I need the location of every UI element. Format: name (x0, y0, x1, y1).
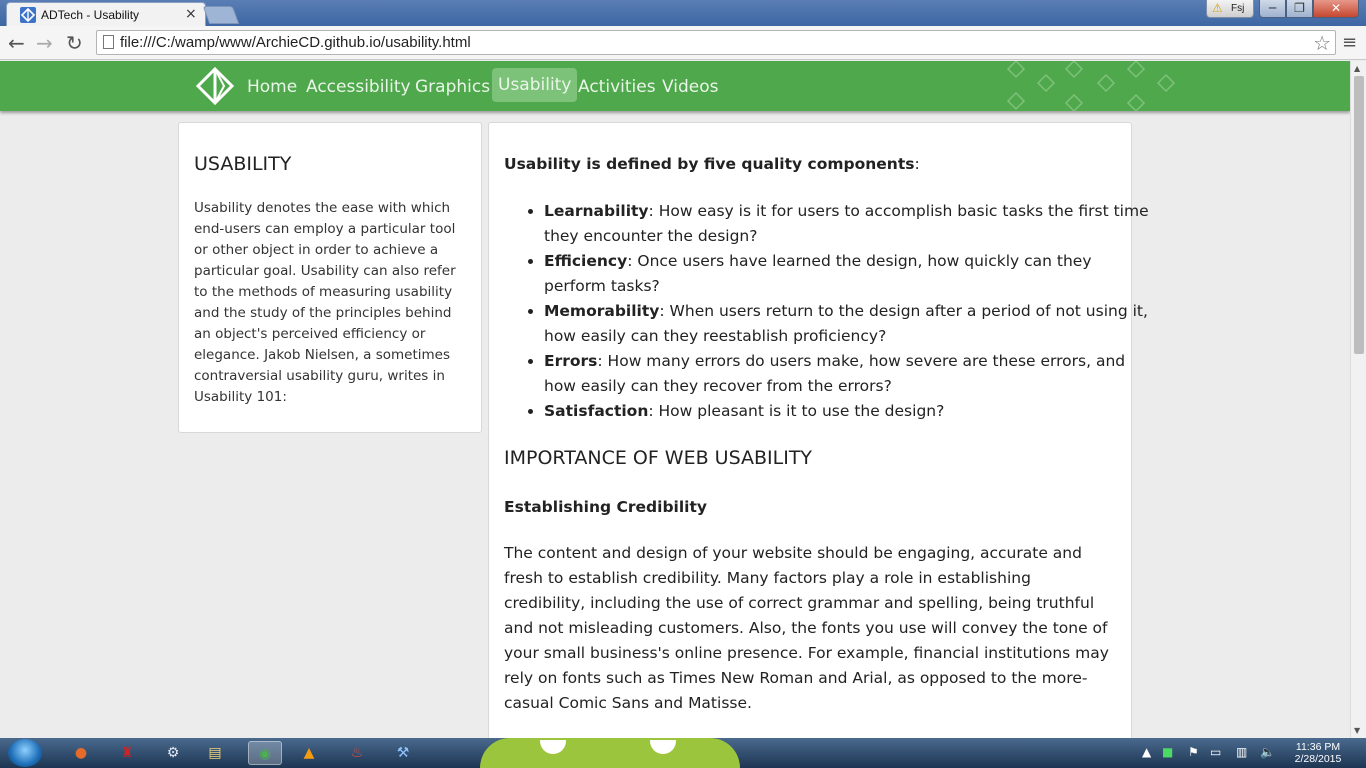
list-item: Learnability: How easy is it for users t… (544, 199, 1149, 249)
main-content-panel: Usability is defined by five quality com… (488, 122, 1149, 738)
component-term: Errors (544, 352, 598, 370)
back-button[interactable]: ← (8, 31, 25, 55)
desktop-wallpaper (480, 738, 740, 768)
action-center-flag-icon[interactable]: ⚑ (1188, 745, 1199, 759)
credibility-heading: Establishing Credibility (504, 498, 707, 516)
scroll-up-icon[interactable]: ▲ (1354, 64, 1360, 73)
chrome-icon[interactable]: ◉ (248, 741, 282, 765)
component-term: Efficiency (544, 252, 628, 270)
components-intro: Usability is defined by five quality com… (504, 155, 1116, 173)
clock-time: 11:36 PM (1295, 741, 1341, 753)
list-item: Satisfaction: How pleasant is it to use … (544, 399, 1149, 424)
tab-close-icon[interactable]: × (185, 6, 197, 22)
navbar-pattern (1006, 61, 1176, 111)
volume-icon[interactable]: 🔈 (1260, 745, 1275, 759)
sidebar-title: USABILITY (194, 153, 292, 175)
profile-name: Fsj (1231, 3, 1245, 14)
sidebar-panel: USABILITY Usability denotes the ease wit… (178, 122, 482, 433)
nav-home[interactable]: Home (247, 77, 297, 97)
components-intro-colon: : (914, 155, 920, 173)
xampp-icon[interactable]: ♨ (340, 741, 374, 765)
tray-app-icon[interactable]: ■ (1162, 745, 1173, 759)
components-list: Learnability: How easy is it for users t… (504, 199, 1149, 424)
vlc-icon[interactable]: ▲ (292, 741, 326, 765)
scrollbar-thumb[interactable] (1354, 76, 1364, 354)
component-desc: : How many errors do users make, how sev… (544, 352, 1126, 395)
nav-activities[interactable]: Activities (578, 77, 656, 97)
credibility-paragraph: The content and design of your website s… (504, 544, 1109, 712)
page-icon (103, 35, 114, 49)
sidebar-text: Usability denotes the ease with which en… (194, 200, 456, 405)
vertical-scrollbar[interactable]: ▲ ▼ (1350, 61, 1366, 738)
forward-button[interactable]: → (36, 31, 53, 55)
component-desc: : Once users have learned the design, ho… (544, 252, 1092, 295)
steam-icon[interactable]: ⚙ (156, 741, 190, 765)
windows-taskbar: ● ♜ ⚙ ▤ ◉ ▲ ♨ ⚒ ▲ ■ ⚑ ▭ ▥ 🔈 11:36 PM 2/2… (0, 738, 1366, 768)
chrome-menu-icon[interactable]: ≡ (1342, 32, 1357, 53)
minimize-button[interactable]: ─ (1259, 0, 1286, 18)
new-tab-button[interactable] (202, 6, 240, 24)
bookmark-star-icon[interactable]: ☆ (1313, 31, 1331, 55)
component-term: Learnability (544, 202, 649, 220)
component-desc: : How pleasant is it to use the design? (648, 402, 945, 420)
tray-expand-icon[interactable]: ▲ (1142, 745, 1151, 759)
start-button[interactable] (8, 739, 42, 767)
component-term: Satisfaction (544, 402, 649, 420)
system-clock[interactable]: 11:36 PM 2/28/2015 (1290, 741, 1346, 765)
site-logo-icon[interactable] (196, 67, 234, 105)
scroll-down-icon[interactable]: ▼ (1354, 726, 1360, 735)
browser-titlebar: ADTech - Usability × ⚠ Fsj ─ ❐ ✕ (0, 0, 1366, 26)
component-term: Memorability (544, 302, 660, 320)
tab-title: ADTech - Usability (41, 8, 140, 22)
list-item: Efficiency: Once users have learned the … (544, 249, 1149, 299)
list-item: Errors: How many errors do users make, h… (544, 349, 1149, 399)
warning-icon: ⚠ (1212, 1, 1223, 15)
tab-usability[interactable]: ADTech - Usability × (6, 2, 206, 26)
nav-accessibility[interactable]: Accessibility (306, 77, 411, 97)
nav-videos[interactable]: Videos (662, 77, 719, 97)
explorer-icon[interactable]: ▤ (198, 741, 232, 765)
site-navbar: Home Accessibility Graphics Usability Ac… (0, 61, 1350, 111)
maximize-button[interactable]: ❐ (1286, 0, 1313, 18)
firefox-icon[interactable]: ● (64, 741, 98, 765)
antivirus-icon[interactable]: ♜ (110, 741, 144, 765)
nav-graphics[interactable]: Graphics (415, 77, 490, 97)
tool-icon[interactable]: ⚒ (386, 741, 420, 765)
clock-date: 2/28/2015 (1294, 753, 1342, 765)
network-icon[interactable]: ▥ (1236, 745, 1247, 759)
close-window-button[interactable]: ✕ (1313, 0, 1359, 18)
power-icon[interactable]: ▭ (1210, 745, 1221, 759)
url-text[interactable]: file:///C:/wamp/www/ArchieCD.github.io/u… (120, 34, 471, 51)
importance-heading: IMPORTANCE OF WEB USABILITY (504, 447, 813, 469)
site-favicon-icon (20, 7, 36, 23)
reload-button[interactable]: ↻ (66, 31, 83, 55)
profile-button[interactable]: ⚠ Fsj (1206, 0, 1254, 18)
address-bar[interactable]: file:///C:/wamp/www/ArchieCD.github.io/u… (96, 30, 1336, 55)
page-viewport: Home Accessibility Graphics Usability Ac… (0, 61, 1350, 738)
list-item: Memorability: When users return to the d… (544, 299, 1149, 349)
nav-usability[interactable]: Usability (492, 68, 578, 102)
components-intro-bold: Usability is defined by five quality com… (504, 155, 915, 173)
